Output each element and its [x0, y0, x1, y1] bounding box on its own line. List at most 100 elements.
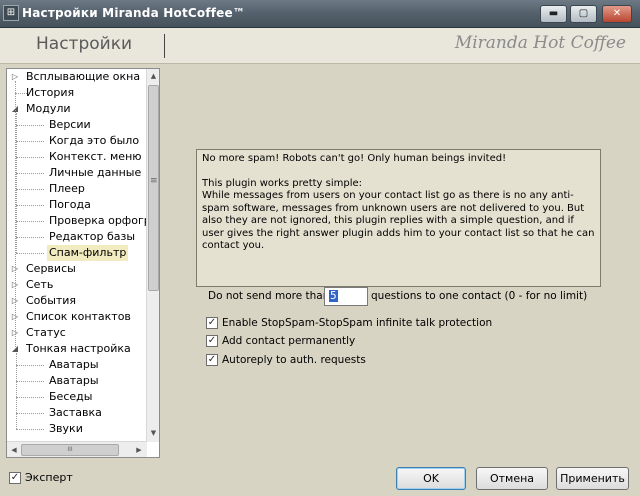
- tree-item-label: История: [26, 86, 75, 99]
- add-permanently-checkbox[interactable]: ✓: [206, 335, 218, 347]
- tree-connector: [16, 253, 44, 254]
- tree-item[interactable]: Плеер: [7, 181, 147, 197]
- tree-connector: [16, 221, 44, 222]
- apply-button[interactable]: Применить: [556, 467, 629, 490]
- infinite-talk-protection-label[interactable]: Enable StopSpam-StopSpam infinite talk p…: [222, 315, 492, 331]
- tree-item[interactable]: ▷ Список контактов: [7, 309, 147, 325]
- tree-item[interactable]: ▷ Сеть: [7, 277, 147, 293]
- page-title: Настройки: [36, 34, 133, 54]
- max-questions-value: 5: [329, 290, 338, 302]
- cancel-button[interactable]: Отмена: [476, 467, 548, 490]
- tree-connector: [16, 237, 44, 238]
- tree-item[interactable]: Погода: [7, 197, 147, 213]
- tree-item[interactable]: Контекст. меню: [7, 149, 147, 165]
- tree-connector: [16, 429, 44, 430]
- tree-item-label: Сервисы: [26, 262, 76, 275]
- tree-item[interactable]: ◢ Модули: [7, 101, 147, 117]
- tree-connector: [16, 141, 44, 142]
- scroll-up-icon[interactable]: ▲: [148, 70, 159, 83]
- limit-suffix-label: questions to one contact (0 - for no lim…: [371, 290, 588, 302]
- ok-button[interactable]: OK: [396, 467, 466, 490]
- tree-item-label: Аватары: [49, 358, 99, 371]
- tree-item-label: Аватары: [49, 374, 99, 387]
- tree-connector: [16, 173, 44, 174]
- description-headline: No more spam! Robots can't go! Only huma…: [202, 153, 507, 164]
- tree-item-label: Спам-фильтр: [47, 245, 129, 261]
- add-permanently-label[interactable]: Add contact permanently: [222, 333, 355, 349]
- header-divider: [164, 34, 165, 58]
- tree-item[interactable]: Когда это было: [7, 133, 147, 149]
- tree-connector: [16, 381, 44, 382]
- tree-item-label: Заставка: [49, 406, 102, 419]
- tree-vertical-scroll-thumb[interactable]: ≡: [148, 85, 159, 291]
- tree-connector: [16, 189, 44, 190]
- tree-item[interactable]: Заставка: [7, 405, 147, 421]
- tree-item[interactable]: Версии: [7, 117, 147, 133]
- tree-item-label: Список контактов: [26, 310, 131, 323]
- miranda-app-icon[interactable]: ⊞: [3, 5, 19, 21]
- tree-connector: [16, 413, 44, 414]
- tree-item-label: Звуки: [49, 422, 83, 435]
- tree-item[interactable]: Беседы: [7, 389, 147, 405]
- tree-connector: [16, 205, 44, 206]
- maximize-button[interactable]: ▢: [570, 5, 597, 23]
- tree-item[interactable]: Звуки: [7, 421, 147, 437]
- tree-item-label: Погода: [49, 198, 91, 211]
- infinite-talk-protection-checkbox[interactable]: ✓: [206, 317, 218, 329]
- tree-item[interactable]: Проверка орфогра: [7, 213, 157, 229]
- scroll-right-icon[interactable]: ▶: [133, 444, 145, 456]
- close-button[interactable]: ✕: [602, 5, 632, 23]
- tree-connector: [16, 365, 44, 366]
- description-intro: This plugin works pretty simple:: [202, 177, 363, 189]
- autoreply-auth-checkbox[interactable]: ✓: [206, 354, 218, 366]
- scroll-left-icon[interactable]: ◀: [8, 444, 20, 456]
- tree-item-label: Всплывающие окна: [26, 70, 141, 83]
- tree-item[interactable]: Редактор базы: [7, 229, 147, 245]
- tree-horizontal-scroll-thumb[interactable]: III: [21, 444, 119, 456]
- tree-vertical-scrollbar[interactable]: ▲ ≡ ▼: [146, 69, 159, 442]
- tree-item-label: Версии: [49, 118, 91, 131]
- minimize-button[interactable]: ▬: [540, 5, 567, 23]
- tree-item[interactable]: ▷ Сервисы: [7, 261, 147, 277]
- description-body: While messages from users on your contac…: [202, 190, 595, 251]
- window-title: Настройки Miranda HotCoffee™: [22, 6, 246, 20]
- tree-connector: [16, 113, 17, 253]
- options-header: Настройки Miranda Hot Coffee: [0, 28, 640, 64]
- tree-item-label: Проверка орфогра: [49, 214, 158, 227]
- expert-checkbox[interactable]: ✓: [9, 472, 21, 484]
- tree-item-label: События: [26, 294, 77, 307]
- tree-item-label: Статус: [26, 326, 66, 339]
- scroll-grip-icon: ≡: [150, 176, 158, 186]
- tree-item[interactable]: Аватары: [7, 373, 147, 389]
- tree-item-label: Когда это было: [49, 134, 140, 147]
- tree-connector: [16, 397, 44, 398]
- tree-item-label: Беседы: [49, 390, 93, 403]
- tree-item[interactable]: ▷ Всплывающие окна: [7, 69, 147, 85]
- scroll-down-icon[interactable]: ▼: [148, 427, 159, 440]
- tree-item[interactable]: ◢ Тонкая настройка: [7, 341, 147, 357]
- tree-item[interactable]: ▷ Статус: [7, 325, 147, 341]
- tree-item[interactable]: Спам-фильтр: [7, 245, 147, 261]
- tree-item-label: Редактор базы: [49, 230, 136, 243]
- expert-label[interactable]: Эксперт: [25, 470, 73, 486]
- tree-item[interactable]: История: [7, 85, 147, 101]
- tree-item-label: Плеер: [49, 182, 85, 195]
- tree-item[interactable]: Личные данные: [7, 165, 147, 181]
- tree-horizontal-scrollbar[interactable]: ◀ III ▶: [7, 441, 147, 457]
- plugin-description-box: No more spam! Robots can't go! Only huma…: [196, 149, 601, 287]
- limit-prefix-label: Do not send more than: [208, 290, 330, 302]
- tree-connector: [16, 157, 44, 158]
- title-bar: ⊞ Настройки Miranda HotCoffee™ ▬ ▢ ✕: [0, 0, 640, 28]
- tree-item[interactable]: Аватары: [7, 357, 147, 373]
- autoreply-auth-label[interactable]: Autoreply to auth. requests: [222, 352, 366, 368]
- tree-connector: [16, 353, 17, 429]
- tree-item-label: Сеть: [26, 278, 54, 291]
- tree-item[interactable]: ▷ События: [7, 293, 147, 309]
- options-tree[interactable]: ▷ Всплывающие окна История ◢ Модули Версии Ког…: [6, 68, 160, 458]
- miranda-logo: Miranda Hot Coffee: [454, 33, 626, 53]
- tree-item-label: Контекст. меню: [49, 150, 142, 163]
- max-questions-input[interactable]: 5: [324, 287, 368, 306]
- tree-item-label: Личные данные: [49, 166, 142, 179]
- tree-connector: [16, 125, 44, 126]
- tree-item-label: Модули: [26, 102, 71, 115]
